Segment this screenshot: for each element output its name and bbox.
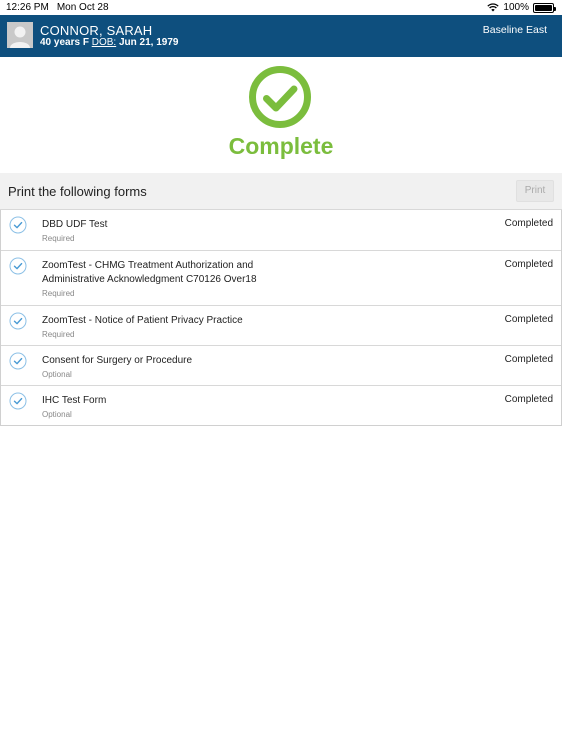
avatar[interactable]	[7, 22, 33, 48]
form-type: Required	[42, 330, 75, 339]
form-type: Required	[42, 289, 75, 298]
person-icon	[7, 22, 33, 48]
form-type: Optional	[42, 370, 72, 379]
check-circle-icon	[9, 392, 27, 410]
check-circle-icon	[9, 312, 27, 330]
dob-label: DOB:	[91, 37, 117, 48]
wifi-icon	[487, 3, 500, 12]
status-date: Mon Oct 28	[56, 2, 109, 13]
patient-meta: 40 years F DOB: Jun 21, 1979	[40, 37, 178, 48]
form-type: Required	[42, 234, 75, 243]
form-name: ZoomTest - CHMG Treatment Authorization …	[42, 260, 257, 285]
form-row[interactable]: Consent for Surgery or Procedure Optiona…	[1, 345, 561, 385]
form-row[interactable]: IHC Test Form Optional Completed	[1, 385, 561, 425]
battery-percent: 100%	[503, 2, 529, 13]
form-row[interactable]: ZoomTest - Notice of Patient Privacy Pra…	[1, 305, 561, 345]
check-circle-icon	[9, 352, 27, 370]
form-row[interactable]: ZoomTest - CHMG Treatment Authorization …	[1, 250, 561, 305]
completion-banner: Complete	[0, 57, 562, 173]
patient-age-sex: 40 years F	[40, 37, 89, 48]
print-button[interactable]: Print	[516, 180, 554, 202]
status-bar: 12:26 PM Mon Oct 28 100%	[0, 0, 562, 15]
complete-check-icon	[249, 66, 311, 128]
forms-section-title: Print the following forms	[8, 184, 147, 199]
forms-section-header: Print the following forms Print	[0, 173, 562, 210]
complete-title: Complete	[228, 133, 334, 159]
form-status: Completed	[504, 354, 553, 365]
battery-fill	[535, 4, 552, 11]
location-label: Baseline East	[482, 24, 547, 36]
form-name: DBD UDF Test	[42, 219, 108, 230]
patient-header: CONNOR, SARAH 40 years F DOB: Jun 21, 19…	[0, 15, 562, 57]
form-type: Optional	[42, 410, 72, 419]
form-name: Consent for Surgery or Procedure	[42, 355, 193, 366]
form-status: Completed	[504, 218, 553, 229]
form-status: Completed	[504, 259, 553, 270]
status-time: 12:26 PM	[6, 2, 49, 13]
form-row[interactable]: DBD UDF Test Required Completed	[1, 210, 561, 250]
forms-list: DBD UDF Test Required Completed ZoomTest…	[0, 210, 562, 426]
check-circle-icon	[9, 257, 27, 275]
patient-name: CONNOR, SARAH	[40, 23, 153, 38]
form-name: ZoomTest - Notice of Patient Privacy Pra…	[42, 315, 243, 326]
form-status: Completed	[504, 314, 553, 325]
form-status: Completed	[504, 394, 553, 405]
form-name: IHC Test Form	[42, 395, 107, 406]
check-circle-icon	[9, 216, 27, 234]
battery-icon	[533, 2, 556, 13]
dob-value: Jun 21, 1979	[118, 37, 179, 48]
